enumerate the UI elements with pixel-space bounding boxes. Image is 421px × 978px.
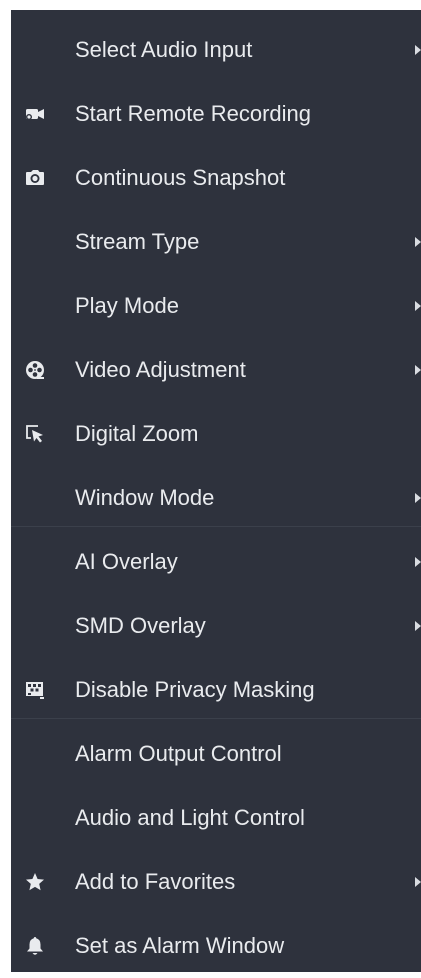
menu-item-video-adjustment[interactable]: Video Adjustment <box>11 338 421 402</box>
submenu-arrow-icon <box>415 45 421 55</box>
submenu-arrow-icon <box>415 621 421 631</box>
submenu-arrow-icon <box>415 557 421 567</box>
bell-icon <box>24 935 46 957</box>
menu-separator <box>11 526 421 527</box>
submenu-arrow-icon <box>415 301 421 311</box>
menu-item-label: AI Overlay <box>75 549 178 574</box>
menu-item-label: Select Audio Input <box>75 37 253 62</box>
video-camera-icon <box>24 103 46 125</box>
submenu-arrow-icon <box>415 493 421 503</box>
menu-item-label: Add to Favorites <box>75 869 236 894</box>
menu-item-play-mode[interactable]: Play Mode <box>11 274 421 338</box>
menu-item-label: Audio and Light Control <box>75 805 305 830</box>
menu-item-select-audio-input[interactable]: Select Audio Input <box>11 18 421 82</box>
menu-item-audio-light-control[interactable]: Audio and Light Control <box>11 786 421 850</box>
menu-item-label: Alarm Output Control <box>75 741 282 766</box>
menu-item-start-remote-recording[interactable]: Start Remote Recording <box>11 82 421 146</box>
submenu-arrow-icon <box>415 237 421 247</box>
menu-item-continuous-snapshot[interactable]: Continuous Snapshot <box>11 146 421 210</box>
menu-item-stream-type[interactable]: Stream Type <box>11 210 421 274</box>
menu-item-label: Video Adjustment <box>75 357 246 382</box>
context-menu: Select Audio Input Start Remote Recordin… <box>11 10 421 972</box>
menu-item-smd-overlay[interactable]: SMD Overlay <box>11 594 421 658</box>
menu-item-digital-zoom[interactable]: Digital Zoom <box>11 402 421 466</box>
menu-item-set-as-alarm-window[interactable]: Set as Alarm Window <box>11 914 421 978</box>
submenu-arrow-icon <box>415 877 421 887</box>
menu-item-label: Set as Alarm Window <box>75 933 285 958</box>
menu-item-label: SMD Overlay <box>75 613 206 638</box>
star-icon <box>24 871 46 893</box>
menu-item-label: Start Remote Recording <box>75 101 311 126</box>
menu-item-label: Disable Privacy Masking <box>75 677 315 702</box>
menu-item-label: Continuous Snapshot <box>75 165 286 190</box>
menu-item-disable-privacy-masking[interactable]: Disable Privacy Masking <box>11 658 421 722</box>
menu-item-add-to-favorites[interactable]: Add to Favorites <box>11 850 421 914</box>
camera-icon <box>24 167 46 189</box>
submenu-arrow-icon <box>415 365 421 375</box>
privacy-mask-icon <box>24 679 46 701</box>
menu-separator <box>11 718 421 719</box>
menu-item-label: Play Mode <box>75 293 179 318</box>
menu-item-window-mode[interactable]: Window Mode <box>11 466 421 530</box>
menu-item-label: Window Mode <box>75 485 215 510</box>
menu-item-label: Stream Type <box>75 229 200 254</box>
film-reel-icon <box>24 359 46 381</box>
zoom-cursor-icon <box>24 423 46 445</box>
menu-item-ai-overlay[interactable]: AI Overlay <box>11 530 421 594</box>
menu-item-label: Digital Zoom <box>75 421 199 446</box>
menu-item-alarm-output-control[interactable]: Alarm Output Control <box>11 722 421 786</box>
